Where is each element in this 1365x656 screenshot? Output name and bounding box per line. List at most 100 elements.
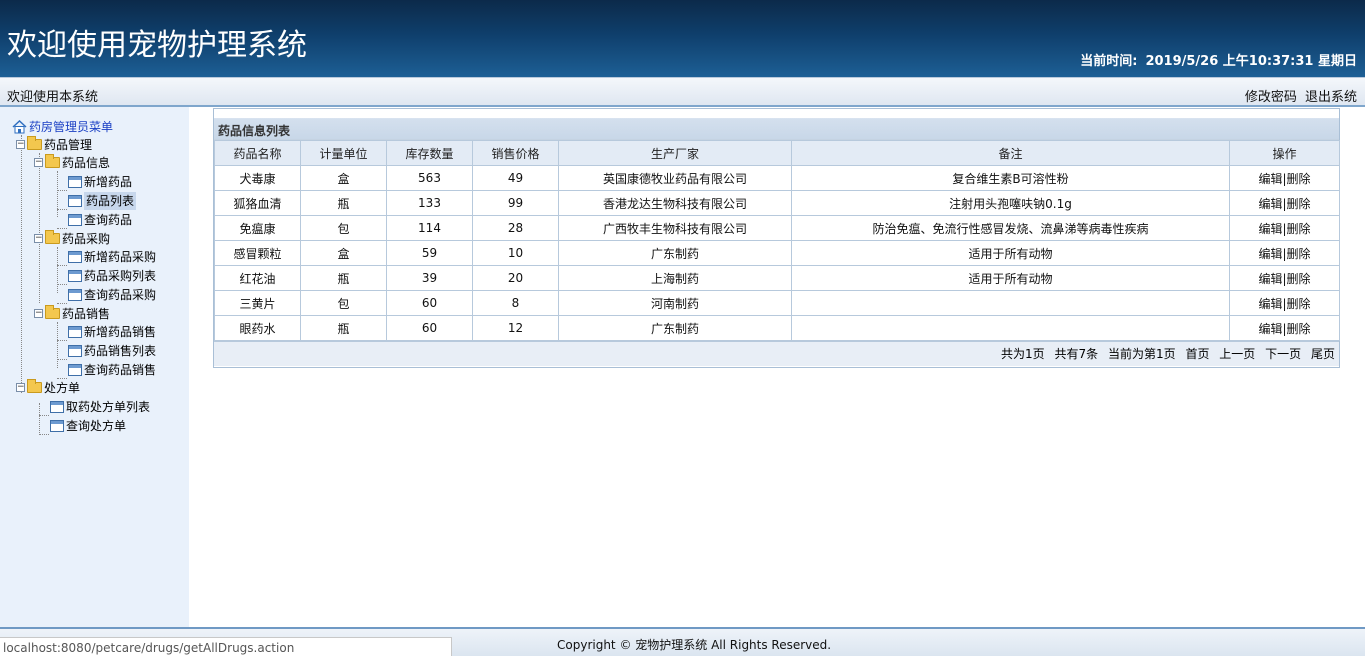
cell-price: 10 <box>472 240 559 266</box>
tree-line <box>57 265 67 266</box>
cell-stock: 59 <box>386 240 473 266</box>
table-row: 红花油瓶 39 20 上海制药 适用于所有动物 编辑|删除 <box>214 265 1340 291</box>
pager-next-link[interactable]: 下一页 <box>1265 347 1301 361</box>
tree-leaf-query-purchase[interactable]: 查询药品采购 <box>68 285 156 303</box>
folder-icon <box>45 230 60 244</box>
time-value: 2019/5/26 上午10:37:31 星期日 <box>1145 54 1357 69</box>
cell-price: 20 <box>472 265 559 291</box>
delete-link[interactable]: 删除 <box>1287 297 1311 311</box>
page-icon <box>68 288 82 301</box>
delete-link[interactable]: 删除 <box>1287 322 1311 336</box>
delete-link[interactable]: 删除 <box>1287 272 1311 286</box>
cell-note: 防治免瘟、免流行性感冒发烧、流鼻涕等病毒性疾病 <box>791 215 1230 241</box>
cell-name: 三黄片 <box>214 290 301 316</box>
tree-leaf-purchase-list[interactable]: 药品采购列表 <box>68 266 156 284</box>
edit-link[interactable]: 编辑 <box>1258 272 1282 286</box>
cell-price: 12 <box>472 315 559 341</box>
cell-name: 犬毒康 <box>214 165 301 191</box>
tree-leaf-prescription-query[interactable]: 查询处方单 <box>50 416 126 434</box>
collapse-icon[interactable]: − <box>16 140 25 149</box>
edit-link[interactable]: 编辑 <box>1258 222 1282 236</box>
tree-leaf-label: 新增药品 <box>84 174 133 189</box>
tree-leaf-sales-list[interactable]: 药品销售列表 <box>68 341 156 359</box>
delete-link[interactable]: 删除 <box>1287 247 1311 261</box>
tree-leaf-query-sales[interactable]: 查询药品销售 <box>68 360 156 378</box>
delete-link[interactable]: 删除 <box>1287 172 1311 186</box>
tree-node-label: 药品管理 <box>44 137 93 152</box>
cell-actions: 编辑|删除 <box>1229 315 1340 341</box>
cell-name: 狐狢血清 <box>214 190 301 216</box>
tree-node-drug-mgmt[interactable]: − 药品管理 <box>16 135 92 153</box>
tree-node-label: 处方单 <box>44 380 81 395</box>
tree-node-drug-purchase[interactable]: − 药品采购 <box>34 229 110 247</box>
col-header: 操作 <box>1229 140 1340 166</box>
tree-leaf-add-sales[interactable]: 新增药品销售 <box>68 322 156 340</box>
folder-icon <box>27 379 42 393</box>
welcome-bar: 欢迎使用本系统 修改密码 退出系统 <box>0 77 1365 107</box>
edit-link[interactable]: 编辑 <box>1258 247 1282 261</box>
change-password-link[interactable]: 修改密码 <box>1245 90 1297 105</box>
page-icon <box>68 250 82 263</box>
tree-node-drug-info[interactable]: − 药品信息 <box>34 153 110 171</box>
cell-note: 适用于所有动物 <box>791 265 1230 291</box>
cell-actions: 编辑|删除 <box>1229 165 1340 191</box>
edit-link[interactable]: 编辑 <box>1258 197 1282 211</box>
tree-node-prescription[interactable]: − 处方单 <box>16 378 80 396</box>
cell-stock: 114 <box>386 215 473 241</box>
delete-link[interactable]: 删除 <box>1287 222 1311 236</box>
cell-note <box>791 315 1230 341</box>
table-row: 犬毒康盒 563 49 英国康德牧业药品有限公司 复合维生素B可溶性粉 编辑|删除 <box>214 165 1340 191</box>
cell-maker: 英国康德牧业药品有限公司 <box>558 165 792 191</box>
table-row: 感冒颗粒盒 59 10 广东制药 适用于所有动物 编辑|删除 <box>214 240 1340 266</box>
tree-leaf-query-drug[interactable]: 查询药品 <box>68 210 132 228</box>
collapse-icon[interactable]: − <box>16 383 25 392</box>
edit-link[interactable]: 编辑 <box>1258 297 1282 311</box>
tree-line <box>21 135 22 393</box>
tree-node-drug-sales[interactable]: − 药品销售 <box>34 304 110 322</box>
cell-name: 感冒颗粒 <box>214 240 301 266</box>
cell-stock: 563 <box>386 165 473 191</box>
pager-last-link[interactable]: 尾页 <box>1311 347 1335 361</box>
collapse-icon[interactable]: − <box>34 234 43 243</box>
drug-table: 药品名称 计量单位 库存数量 销售价格 生产厂家 备注 操作 犬毒康盒 563 49… <box>214 140 1340 341</box>
tree-leaf-add-drug[interactable]: 新增药品 <box>68 172 132 190</box>
account-links: 修改密码 退出系统 <box>1245 86 1357 105</box>
collapse-icon[interactable]: − <box>34 158 43 167</box>
cell-maker: 河南制药 <box>558 290 792 316</box>
edit-link[interactable]: 编辑 <box>1258 172 1282 186</box>
page-icon <box>68 213 82 226</box>
cell-price: 8 <box>472 290 559 316</box>
table-row: 狐狢血清瓶 133 99 香港龙达生物科技有限公司 注射用头孢噻呋钠0.1g 编辑|删除 <box>214 190 1340 216</box>
logout-link[interactable]: 退出系统 <box>1305 90 1357 105</box>
page-icon <box>68 344 82 357</box>
panel-title: 药品信息列表 <box>214 109 1339 140</box>
tree-leaf-label: 取药处方单列表 <box>66 399 151 414</box>
drug-list-panel: 药品信息列表 药品名称 计量单位 库存数量 销售价格 生产厂家 备注 操作 犬毒… <box>213 108 1340 368</box>
pager-first-link[interactable]: 首页 <box>1185 347 1209 361</box>
page-icon <box>68 194 82 207</box>
collapse-icon[interactable]: − <box>34 309 43 318</box>
tree-line <box>57 247 58 293</box>
tree-leaf-label: 查询药品采购 <box>84 287 157 302</box>
cell-stock: 39 <box>386 265 473 291</box>
tree-root[interactable]: 药房管理员菜单 <box>12 117 113 135</box>
col-header: 计量单位 <box>300 140 387 166</box>
cell-unit: 瓶 <box>300 315 387 341</box>
tree-leaf-drug-list[interactable]: 药品列表 <box>68 191 137 210</box>
tree-line <box>39 403 40 435</box>
delete-link[interactable]: 删除 <box>1287 197 1311 211</box>
cell-unit: 包 <box>300 215 387 241</box>
tree-node-label: 药品信息 <box>62 155 111 170</box>
tree-line <box>57 322 58 368</box>
edit-link[interactable]: 编辑 <box>1258 322 1282 336</box>
tree-leaf-add-purchase[interactable]: 新增药品采购 <box>68 247 156 265</box>
pager-total-pages: 共为1页 <box>1001 347 1045 361</box>
page-icon <box>68 325 82 338</box>
page-icon <box>68 269 82 282</box>
table-row: 眼药水瓶 60 12 广东制药 编辑|删除 <box>214 315 1340 341</box>
tree-leaf-prescription-list[interactable]: 取药处方单列表 <box>50 397 150 415</box>
cell-actions: 编辑|删除 <box>1229 190 1340 216</box>
pager-prev-link[interactable]: 上一页 <box>1219 347 1255 361</box>
page-icon <box>50 419 64 432</box>
tree-line <box>57 340 67 341</box>
